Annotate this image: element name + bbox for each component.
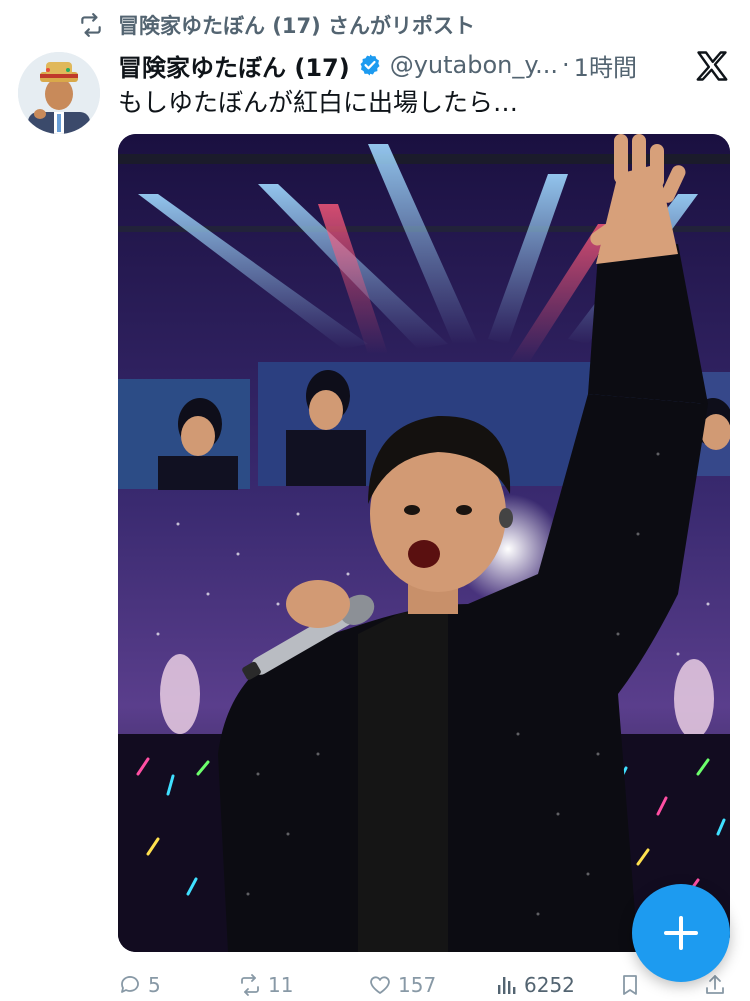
- tweet-text: もしゆたぼんが紅白に出場したら…: [118, 88, 519, 117]
- views-button[interactable]: 6252: [494, 973, 575, 997]
- like-button[interactable]: 157: [368, 973, 436, 997]
- user-handle[interactable]: @yutabon_y...: [390, 51, 558, 79]
- separator-dot: ·: [562, 51, 570, 79]
- x-logo-icon: [696, 51, 728, 81]
- tweet-media-image[interactable]: [118, 134, 730, 952]
- reply-icon: [121, 976, 139, 993]
- reply-count: 5: [148, 973, 161, 997]
- avatar[interactable]: [18, 52, 100, 134]
- concert-illustration: [118, 134, 730, 952]
- share-icon: [706, 975, 724, 994]
- bookmark-button[interactable]: [618, 973, 642, 997]
- plus-icon: [664, 916, 698, 950]
- compose-fab-button[interactable]: [632, 884, 730, 982]
- tweet-actions: 5 11 157 6252: [118, 968, 730, 1001]
- verified-badge-icon: [360, 54, 380, 76]
- reply-button[interactable]: 5: [118, 973, 161, 997]
- repost-action-icon: [241, 974, 259, 996]
- repost-text: 冒険家ゆたぼん (17) さんがリポスト: [118, 14, 476, 38]
- tweet-header: 冒険家ゆたぼん (17) @yutabon_y... · 1時間: [118, 46, 680, 84]
- share-button[interactable]: [703, 973, 727, 997]
- repost-count: 11: [268, 973, 294, 997]
- heart-icon: [370, 976, 390, 994]
- repost-icon: [81, 13, 101, 37]
- repost-context[interactable]: 冒険家ゆたぼん (17) さんがリポスト: [78, 8, 475, 42]
- views-chart-icon: [498, 977, 516, 994]
- timestamp[interactable]: 1時間: [574, 48, 637, 83]
- bookmark-icon: [623, 975, 637, 995]
- tweet-page: 冒険家ゆたぼん (17) さんがリポスト 冒険家ゆたぼん (17) @yutab…: [0, 0, 750, 1001]
- repost-button[interactable]: 11: [238, 973, 293, 997]
- like-count: 157: [398, 973, 437, 997]
- views-count: 6252: [524, 973, 575, 997]
- avatar-image: [18, 52, 100, 134]
- display-name[interactable]: 冒険家ゆたぼん (17): [118, 48, 350, 83]
